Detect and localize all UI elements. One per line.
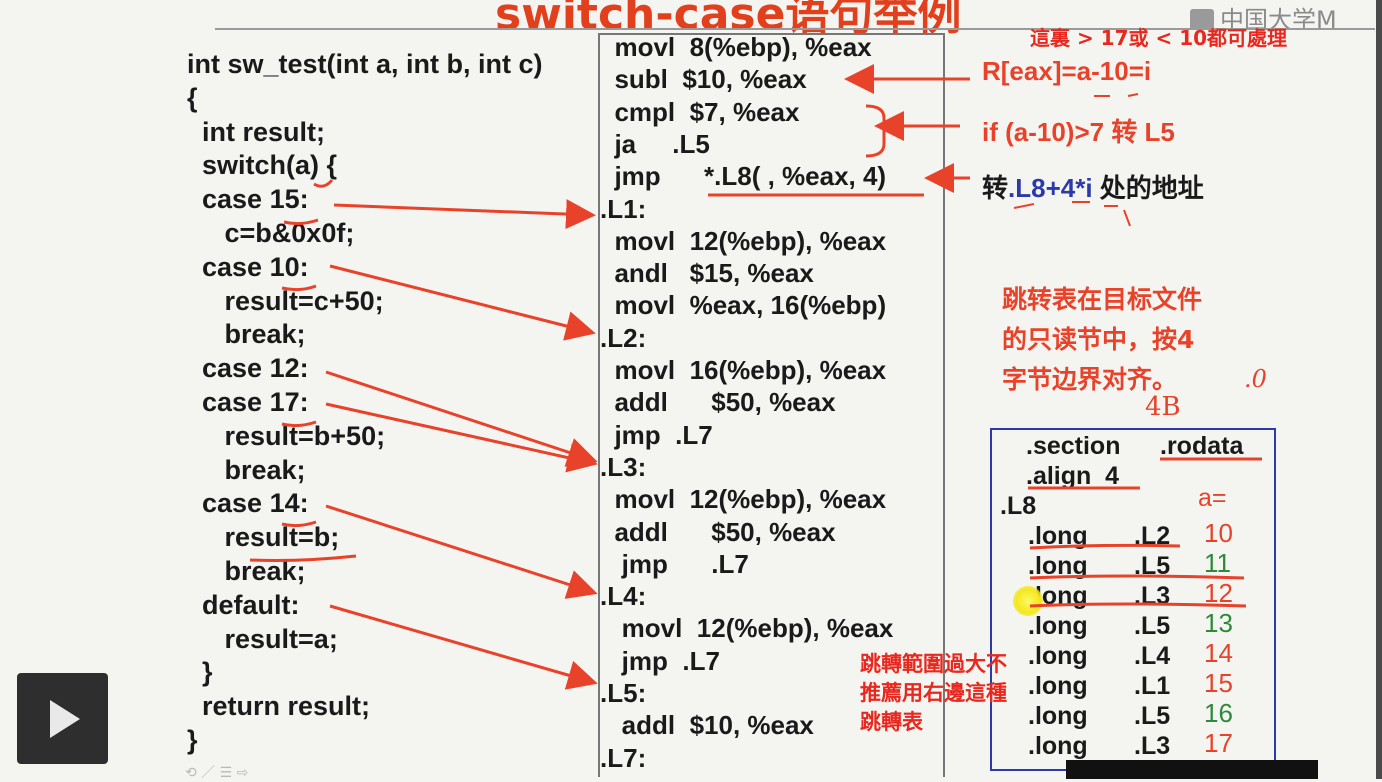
slide: switch-case语句举例 中国大学M 這裏 > 17或 < 10都可處理 …: [0, 0, 1382, 782]
arrow-case12: [325, 370, 598, 467]
arrow-case15: [333, 199, 596, 230]
handwritten-marks-jump: [1013, 201, 1131, 227]
brace-cmpl-ja: [865, 104, 886, 158]
underline-case10: [281, 284, 317, 292]
arrow-case14: [325, 504, 598, 599]
underline-entry-10: [1029, 543, 1181, 550]
underline-entry-11: [1029, 574, 1245, 580]
player-controls[interactable]: ⟲ ／ ☰ ⇨: [185, 762, 248, 782]
underline-switch-a: [313, 179, 334, 188]
underline-entry-12: [1029, 602, 1247, 608]
underline-case14: [281, 520, 317, 528]
caption-bar: [1066, 760, 1318, 779]
arrow-default: [329, 604, 598, 690]
underline-result-b: [249, 554, 357, 562]
play-button[interactable]: [17, 673, 108, 764]
handwritten-marks-reax: [1094, 93, 1139, 97]
underline-case15: [283, 218, 319, 226]
underline-case17: [281, 420, 317, 428]
arrow-case10: [329, 264, 596, 341]
arrows-overlay: [249, 64, 1262, 690]
arrow-case17: [325, 402, 598, 473]
play-icon: [50, 700, 80, 738]
